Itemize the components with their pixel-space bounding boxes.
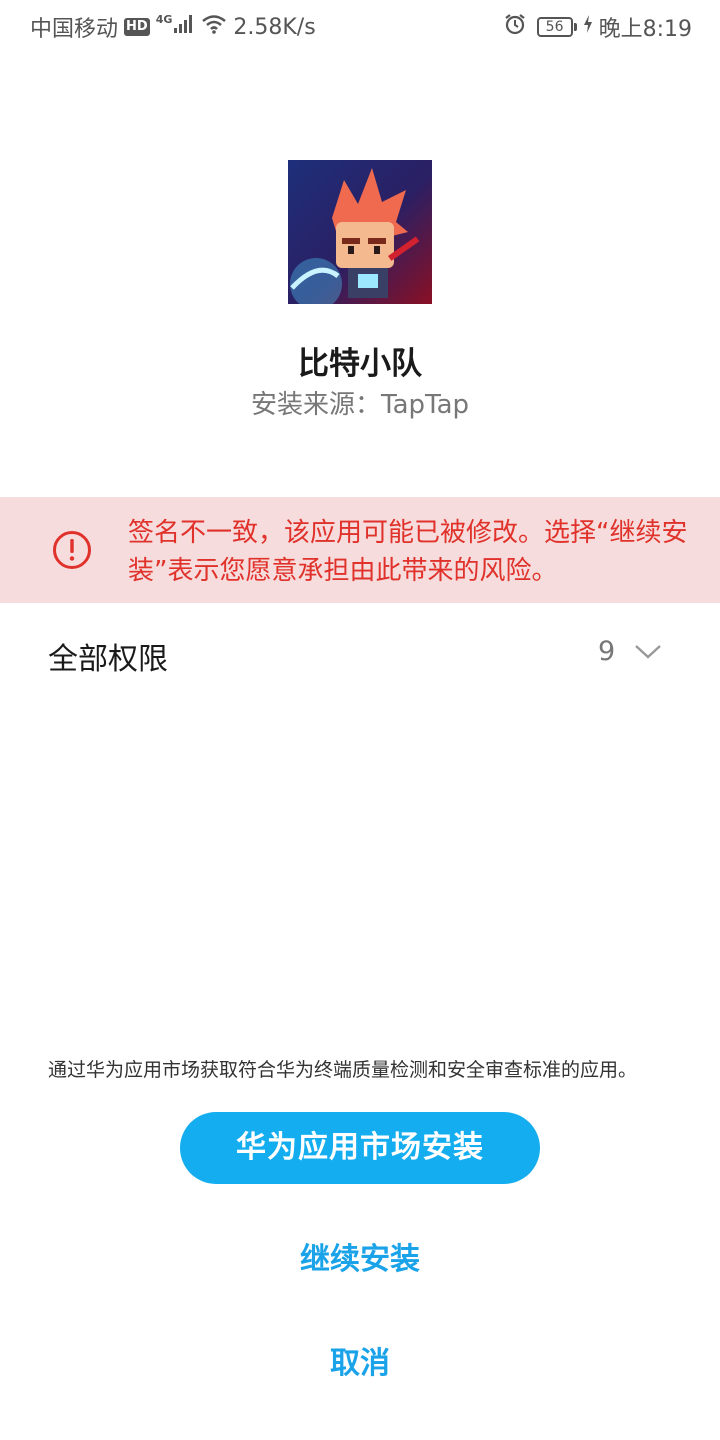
wifi-icon bbox=[201, 14, 227, 40]
battery-icon: 56 bbox=[536, 17, 577, 37]
network-speed: 2.58K/s bbox=[233, 14, 316, 40]
permissions-count: 9 bbox=[598, 636, 616, 667]
battery-tip bbox=[573, 23, 577, 31]
network-generation: 4G bbox=[155, 12, 173, 26]
exclamation-circle-icon bbox=[52, 530, 92, 570]
continue-install-button[interactable]: 继续安装 bbox=[0, 1234, 720, 1278]
status-bar-right: 56 晚上8:19 bbox=[503, 11, 692, 43]
charging-icon bbox=[583, 14, 593, 40]
alarm-icon bbox=[503, 12, 527, 42]
warning-text: 签名不一致，该应用可能已被修改。选择“继续安装”表示您愿意承担由此带来的风险。 bbox=[128, 518, 688, 586]
hd-badge: HD bbox=[124, 18, 150, 36]
app-icon bbox=[288, 160, 432, 304]
cancel-button[interactable]: 取消 bbox=[0, 1338, 720, 1382]
permissions-label: 全部权限 bbox=[48, 642, 168, 677]
install-source: 安装来源：TapTap bbox=[250, 390, 470, 420]
status-bar-left: 中国移动 HD 4G 2.58K/s bbox=[30, 11, 316, 43]
app-name: 比特小队 bbox=[298, 346, 422, 382]
battery-level: 56 bbox=[536, 17, 573, 37]
all-permissions-row[interactable]: 全部权限 9 bbox=[0, 618, 720, 690]
status-bar: 中国移动 HD 4G 2.58K/s 56 晚上8:19 bbox=[0, 0, 720, 50]
signal-icon bbox=[173, 14, 195, 40]
clock: 晚上8:19 bbox=[598, 17, 692, 42]
chevron-down-icon[interactable] bbox=[634, 642, 662, 662]
carrier-name: 中国移动 bbox=[30, 17, 119, 42]
huawei-market-note: 通过华为应用市场获取符合华为终端质量检测和安全审查标准的应用。 bbox=[48, 1059, 638, 1081]
huawei-market-install-button[interactable]: 华为应用市场安装 bbox=[180, 1112, 540, 1184]
